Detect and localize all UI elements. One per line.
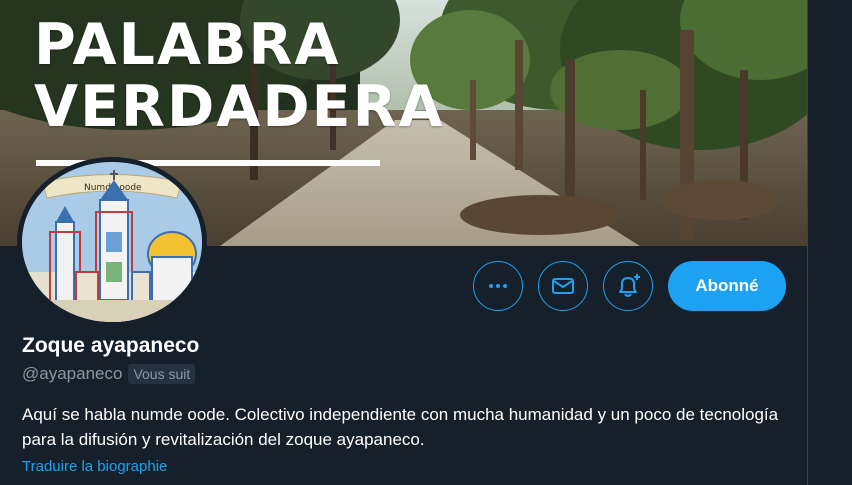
notifications-button[interactable] <box>603 261 653 311</box>
profile-name: Zoque ayapaneco <box>22 334 200 357</box>
profile-handle: @ayapaneco <box>22 364 123 383</box>
following-button[interactable]: Abonné <box>668 261 786 311</box>
avatar[interactable]: Numde oode <box>17 157 207 327</box>
follows-you-badge: Vous suit <box>128 364 196 384</box>
avatar-church-image: Numde oode <box>22 162 202 322</box>
handle-row: @ayapaneco Vous suit <box>22 364 196 384</box>
translate-bio-link[interactable]: Traduire la biographie <box>22 458 167 475</box>
profile-actions: Abonné <box>473 261 786 311</box>
column-divider <box>807 0 808 485</box>
bell-plus-icon <box>619 274 640 297</box>
profile-page: PALABRA VERDADERA Numde oode Abonné Zoqu… <box>0 0 852 485</box>
envelope-icon <box>552 278 574 294</box>
more-horizontal-icon <box>489 284 507 288</box>
banner-title: PALABRA VERDADERA <box>34 14 445 138</box>
banner-title-line2: VERDADERA <box>34 74 445 140</box>
banner-title-line1: PALABRA <box>34 12 341 78</box>
message-button[interactable] <box>538 261 588 311</box>
more-button[interactable] <box>473 261 523 311</box>
profile-bio: Aquí se habla numde oode. Colectivo inde… <box>22 405 779 449</box>
